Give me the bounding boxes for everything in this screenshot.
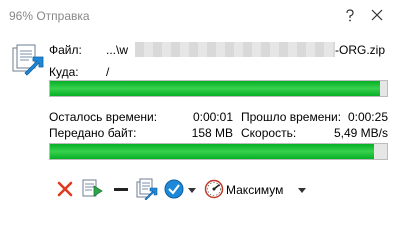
file-progress-bar xyxy=(49,80,388,97)
help-button[interactable] xyxy=(338,4,362,26)
dropdown-arrow-icon xyxy=(298,188,306,193)
speedometer-icon xyxy=(204,179,224,199)
minimize-button[interactable] xyxy=(112,176,130,202)
check-circle-icon xyxy=(164,179,184,199)
speed-label: Скорость: xyxy=(241,126,297,140)
file-label: Файл: xyxy=(49,43,82,57)
minimize-icon xyxy=(114,188,128,191)
close-icon xyxy=(371,9,383,21)
redacted-filename xyxy=(135,42,335,57)
dropdown-arrow-icon xyxy=(188,188,196,193)
title-bar: 96% Отправка xyxy=(0,0,397,32)
destination-label: Куда: xyxy=(49,65,79,79)
file-path-prefix: ...\w xyxy=(106,43,129,57)
speed-limit-label: Максимум xyxy=(226,183,284,197)
move-to-background-button[interactable] xyxy=(80,176,106,202)
total-progress-bar xyxy=(49,143,388,160)
remaining-time-value: 0:00:01 xyxy=(192,110,233,124)
remaining-time-label: Осталось времени: xyxy=(49,110,158,124)
transferred-bytes-label: Передано байт: xyxy=(49,126,137,140)
destination-value: / xyxy=(106,65,110,79)
question-icon xyxy=(346,9,354,22)
file-progress-fill xyxy=(50,81,381,96)
file-path-suffix: -ORG.zip xyxy=(335,43,386,57)
cancel-button[interactable] xyxy=(54,176,76,202)
transfer-queue-button[interactable] xyxy=(134,176,160,202)
window-title: 96% Отправка xyxy=(9,9,90,23)
on-completion-button[interactable] xyxy=(162,176,198,202)
upload-file-icon xyxy=(11,43,45,77)
queue-play-icon xyxy=(82,179,103,197)
total-progress-fill xyxy=(50,144,374,159)
speed-value: 5,49 MB/s xyxy=(333,126,388,140)
cancel-icon xyxy=(57,181,73,197)
elapsed-time-value: 0:00:25 xyxy=(347,110,388,124)
elapsed-time-label: Прошло времени: xyxy=(241,110,342,124)
upload-queue-icon xyxy=(136,178,158,200)
close-button[interactable] xyxy=(365,4,389,26)
transferred-bytes-value: 158 MB xyxy=(191,126,233,140)
